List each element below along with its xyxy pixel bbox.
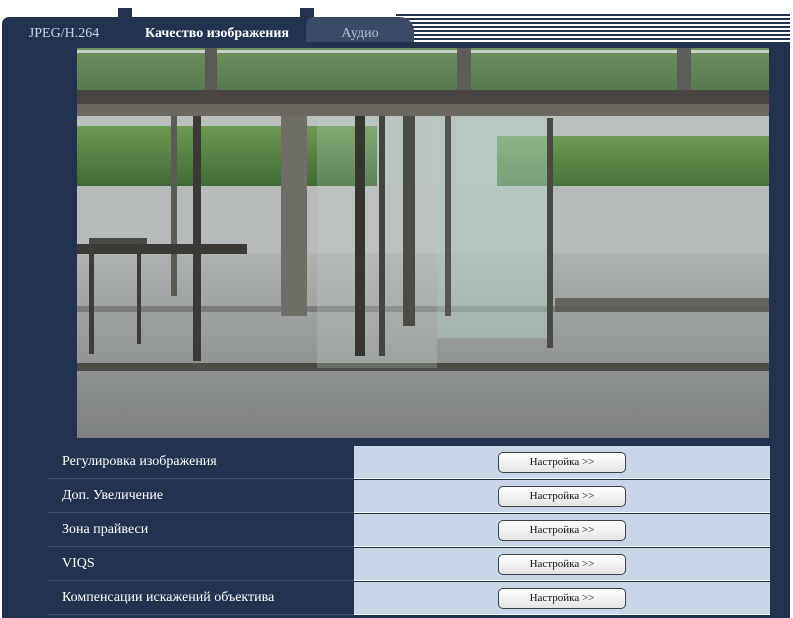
extra-zoom-setup-button[interactable]: Настройка >>	[498, 485, 626, 507]
row-action-cell: Настройка >>	[354, 582, 770, 615]
viqs-setup-button[interactable]: Настройка >>	[498, 553, 626, 575]
image-adjust-setup-button[interactable]: Настройка >>	[498, 451, 626, 473]
camera-preview-image	[77, 48, 769, 438]
privacy-zone-setup-button[interactable]: Настройка >>	[498, 519, 626, 541]
settings-row-lens-distortion: Компенсации искажений объектива Настройк…	[48, 582, 770, 615]
settings-table: Регулировка изображения Настройка >> Доп…	[48, 446, 770, 616]
row-label: VIQS	[48, 548, 354, 581]
settings-row-privacy-zone: Зона прайвеси Настройка >>	[48, 514, 770, 547]
row-label: Компенсации искажений объектива	[48, 582, 354, 615]
image-settings-page: JPEG/H.264 Качество изображения Аудио Ре…	[0, 0, 793, 618]
settings-row-viqs: VIQS Настройка >>	[48, 548, 770, 581]
row-label: Регулировка изображения	[48, 446, 354, 479]
tab-label: Аудио	[341, 25, 379, 41]
camera-preview	[77, 48, 769, 438]
row-label: Доп. Увеличение	[48, 480, 354, 513]
row-action-cell: Настройка >>	[354, 480, 770, 513]
row-action-cell: Настройка >>	[354, 514, 770, 547]
lens-distortion-setup-button[interactable]: Настройка >>	[498, 587, 626, 609]
tab-label: Качество изображения	[144, 25, 290, 41]
tab-bar: JPEG/H.264 Качество изображения Аудио	[0, 8, 790, 50]
tab-label: JPEG/H.264	[28, 25, 100, 41]
settings-row-image-adjust: Регулировка изображения Настройка >>	[48, 446, 770, 479]
row-action-cell: Настройка >>	[354, 548, 770, 581]
row-action-cell: Настройка >>	[354, 446, 770, 479]
row-label: Зона прайвеси	[48, 514, 354, 547]
settings-row-extra-zoom: Доп. Увеличение Настройка >>	[48, 480, 770, 513]
